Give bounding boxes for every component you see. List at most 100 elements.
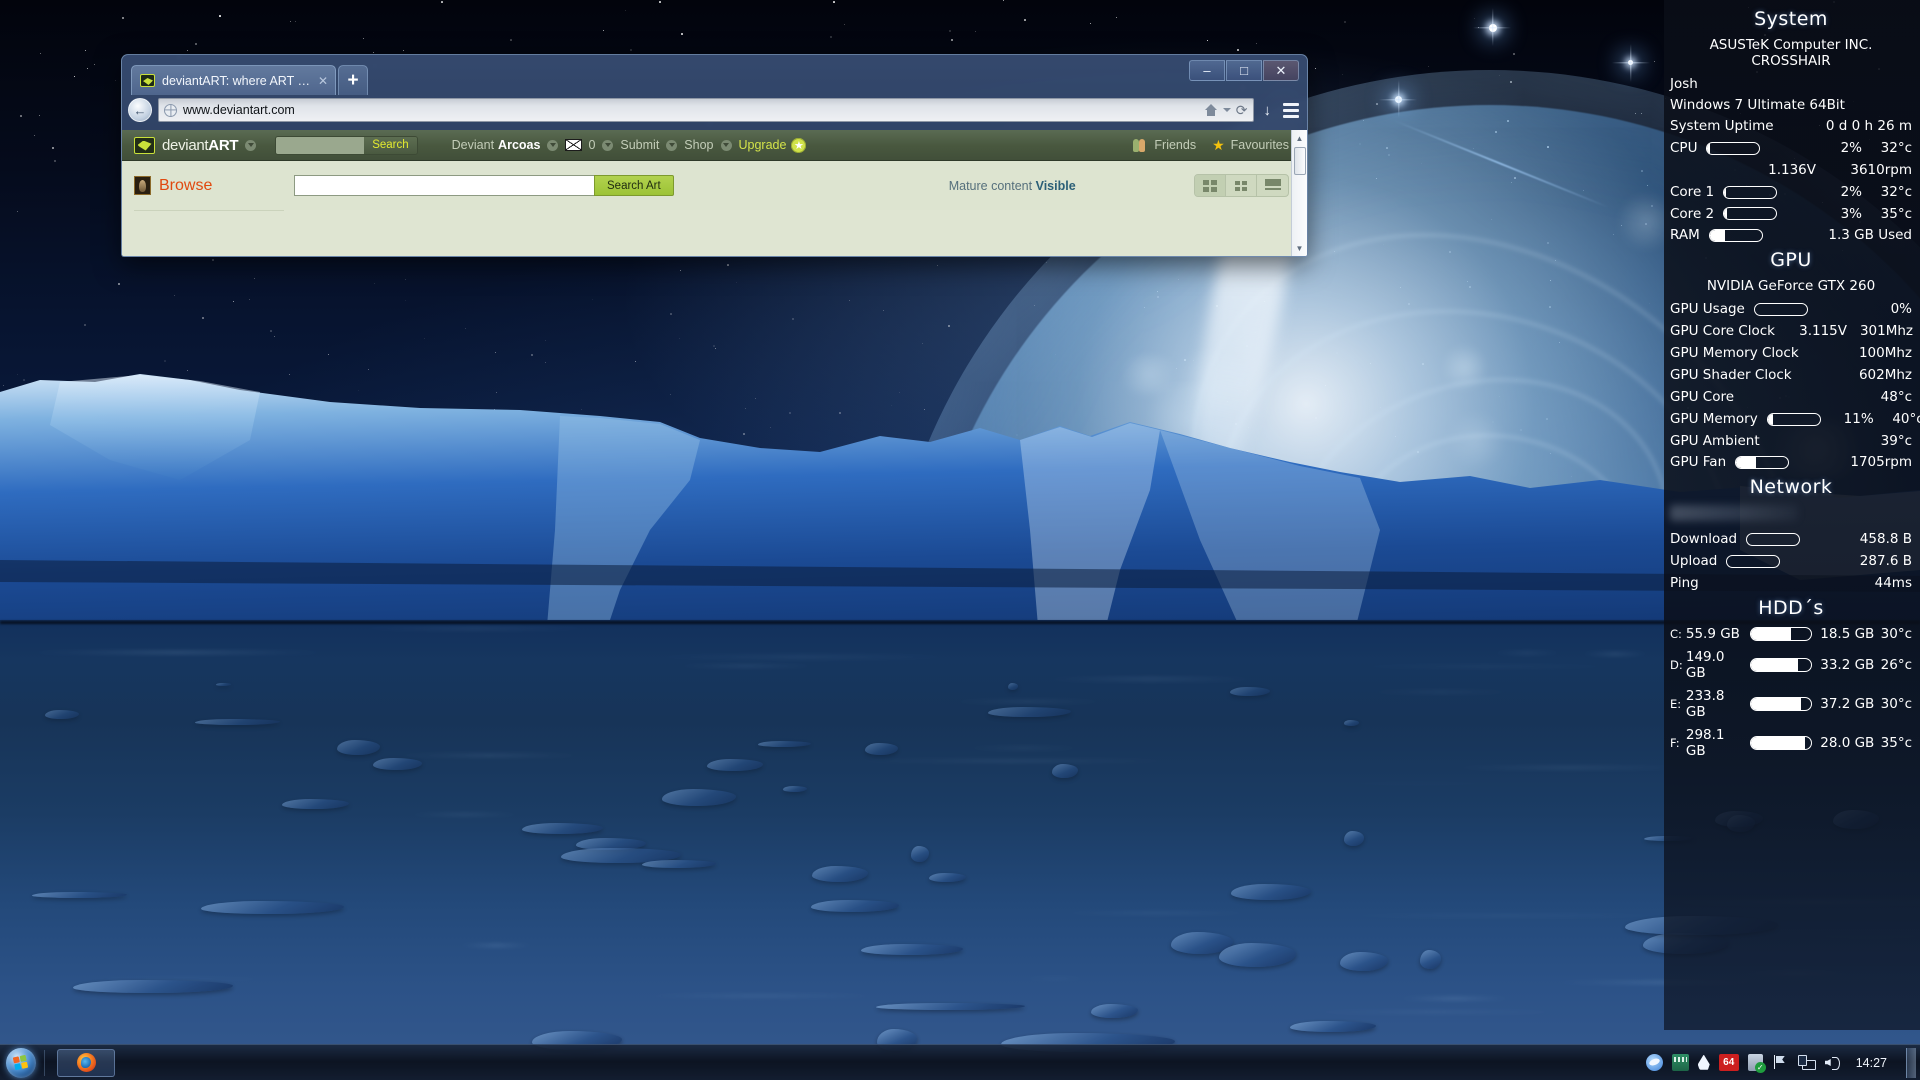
water-drop-icon[interactable]: [1698, 1055, 1710, 1071]
show-desktop-button[interactable]: [1906, 1048, 1916, 1078]
scroll-up-arrow-icon[interactable]: ▲: [1292, 130, 1308, 146]
mail-icon[interactable]: [565, 139, 582, 151]
chevron-down-icon[interactable]: [1223, 108, 1231, 112]
uptime-label: System Uptime: [1670, 118, 1774, 135]
new-tab-button[interactable]: +: [338, 65, 368, 95]
download-value: 458.8 B: [1860, 531, 1912, 548]
start-orb[interactable]: [6, 1048, 36, 1078]
hamburger-menu-icon[interactable]: [1281, 103, 1301, 118]
cpu-usage-value: 2%: [1818, 140, 1862, 157]
mail-dropdown-icon[interactable]: [602, 140, 613, 151]
downloads-icon[interactable]: ↓: [1260, 102, 1276, 119]
grid-small-view-button[interactable]: [1226, 175, 1257, 196]
minimize-button[interactable]: –: [1189, 60, 1225, 81]
upload-bar: [1726, 555, 1780, 568]
wallpaper-ocean: [0, 620, 1920, 1080]
back-button[interactable]: ←: [128, 98, 152, 122]
volume-icon[interactable]: [1824, 1054, 1841, 1071]
hdd-letter: F:: [1670, 736, 1686, 750]
art-search[interactable]: Search Art: [294, 175, 674, 196]
network-icon[interactable]: [1798, 1054, 1815, 1071]
scrollbar-thumb[interactable]: [1294, 147, 1306, 175]
ping-row: Ping 44ms: [1670, 575, 1912, 592]
usb-safely-remove-icon[interactable]: [1748, 1054, 1763, 1071]
address-bar-actions[interactable]: ⟳: [1205, 102, 1248, 119]
firefox-taskbar-button[interactable]: [57, 1049, 115, 1077]
gpu-shader-clock-label: GPU Shader Clock: [1670, 367, 1792, 384]
site-search-button[interactable]: Search: [364, 137, 416, 154]
nav-favourites[interactable]: ★ Favourites: [1212, 137, 1289, 154]
hdd-letter: C:: [1670, 627, 1686, 641]
browse-heading[interactable]: Browse: [134, 176, 259, 195]
window-controls[interactable]: – □ ✕: [1189, 60, 1299, 81]
address-bar-text: www.deviantart.com: [183, 103, 295, 117]
nav-friends[interactable]: Friends: [1133, 138, 1196, 153]
flag-action-center-icon[interactable]: [1772, 1054, 1789, 1071]
home-icon[interactable]: [1205, 104, 1218, 116]
gpu-usage-bar: [1754, 303, 1808, 316]
windows-taskbar[interactable]: 64 14:27: [0, 1044, 1920, 1080]
gpu-memory-usage-value: 11%: [1830, 411, 1874, 428]
close-button[interactable]: ✕: [1263, 60, 1299, 81]
nav-deviant-user[interactable]: Deviant Arcoas: [452, 138, 541, 152]
system-monitor-sidebar: System ASUSTeK Computer INC. CROSSHAIR J…: [1664, 0, 1920, 1030]
sixtyfour-icon[interactable]: 64: [1719, 1054, 1739, 1071]
cpu-voltage-value: 1.136V: [1724, 162, 1816, 179]
gpu-memory-bar: [1767, 413, 1821, 426]
nav-shop[interactable]: Shop: [684, 138, 713, 152]
site-search[interactable]: Search: [275, 136, 417, 155]
address-bar[interactable]: www.deviantart.com ⟳: [158, 98, 1254, 122]
submit-dropdown-icon[interactable]: [666, 140, 677, 151]
deviantart-top-nav[interactable]: deviantART Search Deviant Arcoas 0 Submit…: [122, 130, 1307, 161]
core2-usage-bar: [1723, 207, 1777, 220]
page-scrollbar[interactable]: ▲ ▼: [1291, 130, 1307, 256]
aim-icon[interactable]: [1646, 1054, 1663, 1071]
nav-submit[interactable]: Submit: [620, 138, 659, 152]
gpu-memory-clock-row: GPU Memory Clock 100Mhz: [1670, 345, 1912, 362]
deviantart-favicon: [140, 74, 155, 87]
window-titlebar[interactable]: deviantART: where ART mee... ✕ + – □ ✕: [122, 55, 1307, 95]
gpu-memory-temp-value: 40°c: [1874, 411, 1920, 428]
list-view-button[interactable]: [1257, 175, 1288, 196]
page-content-area: [122, 210, 1307, 256]
shop-dropdown-icon[interactable]: [721, 140, 732, 151]
core2-usage-value: 3%: [1818, 206, 1862, 223]
gpu-fan-label: GPU Fan: [1670, 454, 1726, 471]
taskbar-clock[interactable]: 14:27: [1856, 1056, 1887, 1070]
deviant-dropdown-icon[interactable]: [547, 140, 558, 151]
browser-window[interactable]: deviantART: where ART mee... ✕ + – □ ✕ ←…: [121, 54, 1308, 257]
search-art-button[interactable]: Search Art: [594, 175, 674, 196]
reload-icon[interactable]: ⟳: [1236, 102, 1248, 119]
deviantart-wordmark: deviantART: [162, 137, 238, 154]
logo-dropdown-icon[interactable]: [245, 140, 256, 151]
site-search-input[interactable]: [276, 137, 364, 154]
core1-temp-value: 32°c: [1862, 184, 1912, 201]
deviantart-logo[interactable]: deviantART: [134, 137, 238, 154]
user-name: Josh: [1670, 76, 1912, 92]
keyboard-icon[interactable]: [1672, 1054, 1689, 1071]
tab-close-icon[interactable]: ✕: [318, 74, 328, 88]
ram-usage-bar: [1709, 229, 1763, 242]
view-mode-switcher[interactable]: [1194, 174, 1289, 197]
browser-tab[interactable]: deviantART: where ART mee... ✕: [131, 65, 336, 95]
grid-large-view-button[interactable]: [1195, 175, 1226, 196]
hdd-row: C: 55.9 GB 18.5 GB 30°c: [1670, 626, 1912, 642]
hdd-letter: E:: [1670, 697, 1686, 711]
hdd-free: 37.2 GB: [1817, 696, 1875, 712]
nav-upgrade[interactable]: Upgrade: [739, 138, 787, 152]
mature-content-toggle[interactable]: Mature content Visible: [949, 179, 1076, 193]
tab-strip[interactable]: deviantART: where ART mee... ✕ +: [131, 65, 368, 95]
art-search-input[interactable]: [294, 175, 594, 196]
deviantart-browse-bar[interactable]: Browse Search Art Mature content Visible: [122, 161, 1307, 210]
browser-navigation-bar[interactable]: ← www.deviantart.com ⟳ ↓: [128, 95, 1301, 125]
gpu-memory-clock-value: 100Mhz: [1859, 345, 1912, 362]
gpu-usage-row: GPU Usage 0%: [1670, 301, 1912, 318]
maximize-button[interactable]: □: [1226, 60, 1262, 81]
deviantart-right-nav[interactable]: Friends ★ Favourites: [1133, 137, 1295, 154]
gpu-core-clock-value: 301Mhz: [1847, 323, 1913, 340]
upload-row: Upload 287.6 B: [1670, 553, 1912, 570]
hdd-temp: 26°c: [1874, 657, 1912, 673]
gpu-core-temp-value: 48°c: [1881, 389, 1912, 406]
system-tray[interactable]: 64 14:27: [1646, 1048, 1920, 1078]
scroll-down-arrow-icon[interactable]: ▼: [1292, 240, 1308, 256]
